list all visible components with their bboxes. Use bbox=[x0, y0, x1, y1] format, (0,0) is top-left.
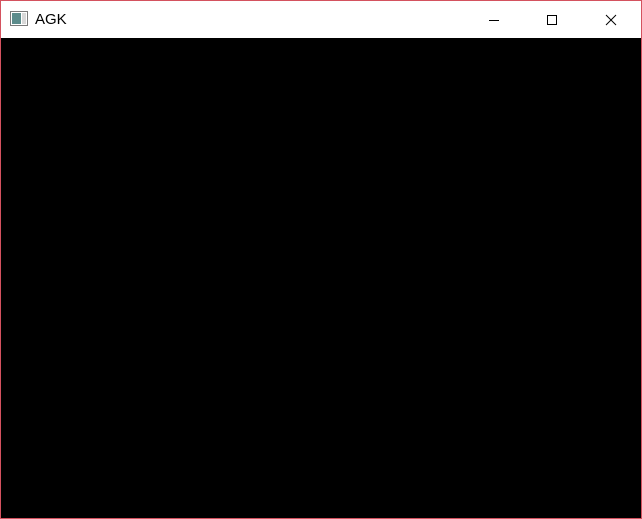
maximize-button[interactable] bbox=[523, 1, 581, 38]
maximize-icon bbox=[547, 14, 557, 25]
minimize-icon bbox=[489, 19, 499, 21]
minimize-button[interactable] bbox=[465, 1, 523, 38]
agk-window: AGK bbox=[0, 0, 642, 519]
close-button[interactable] bbox=[582, 1, 640, 38]
close-icon bbox=[605, 14, 617, 25]
app-window-icon bbox=[10, 11, 28, 26]
title-bar[interactable]: AGK bbox=[1, 1, 641, 38]
window-title: AGK bbox=[35, 11, 67, 28]
game-canvas[interactable] bbox=[1, 38, 641, 518]
